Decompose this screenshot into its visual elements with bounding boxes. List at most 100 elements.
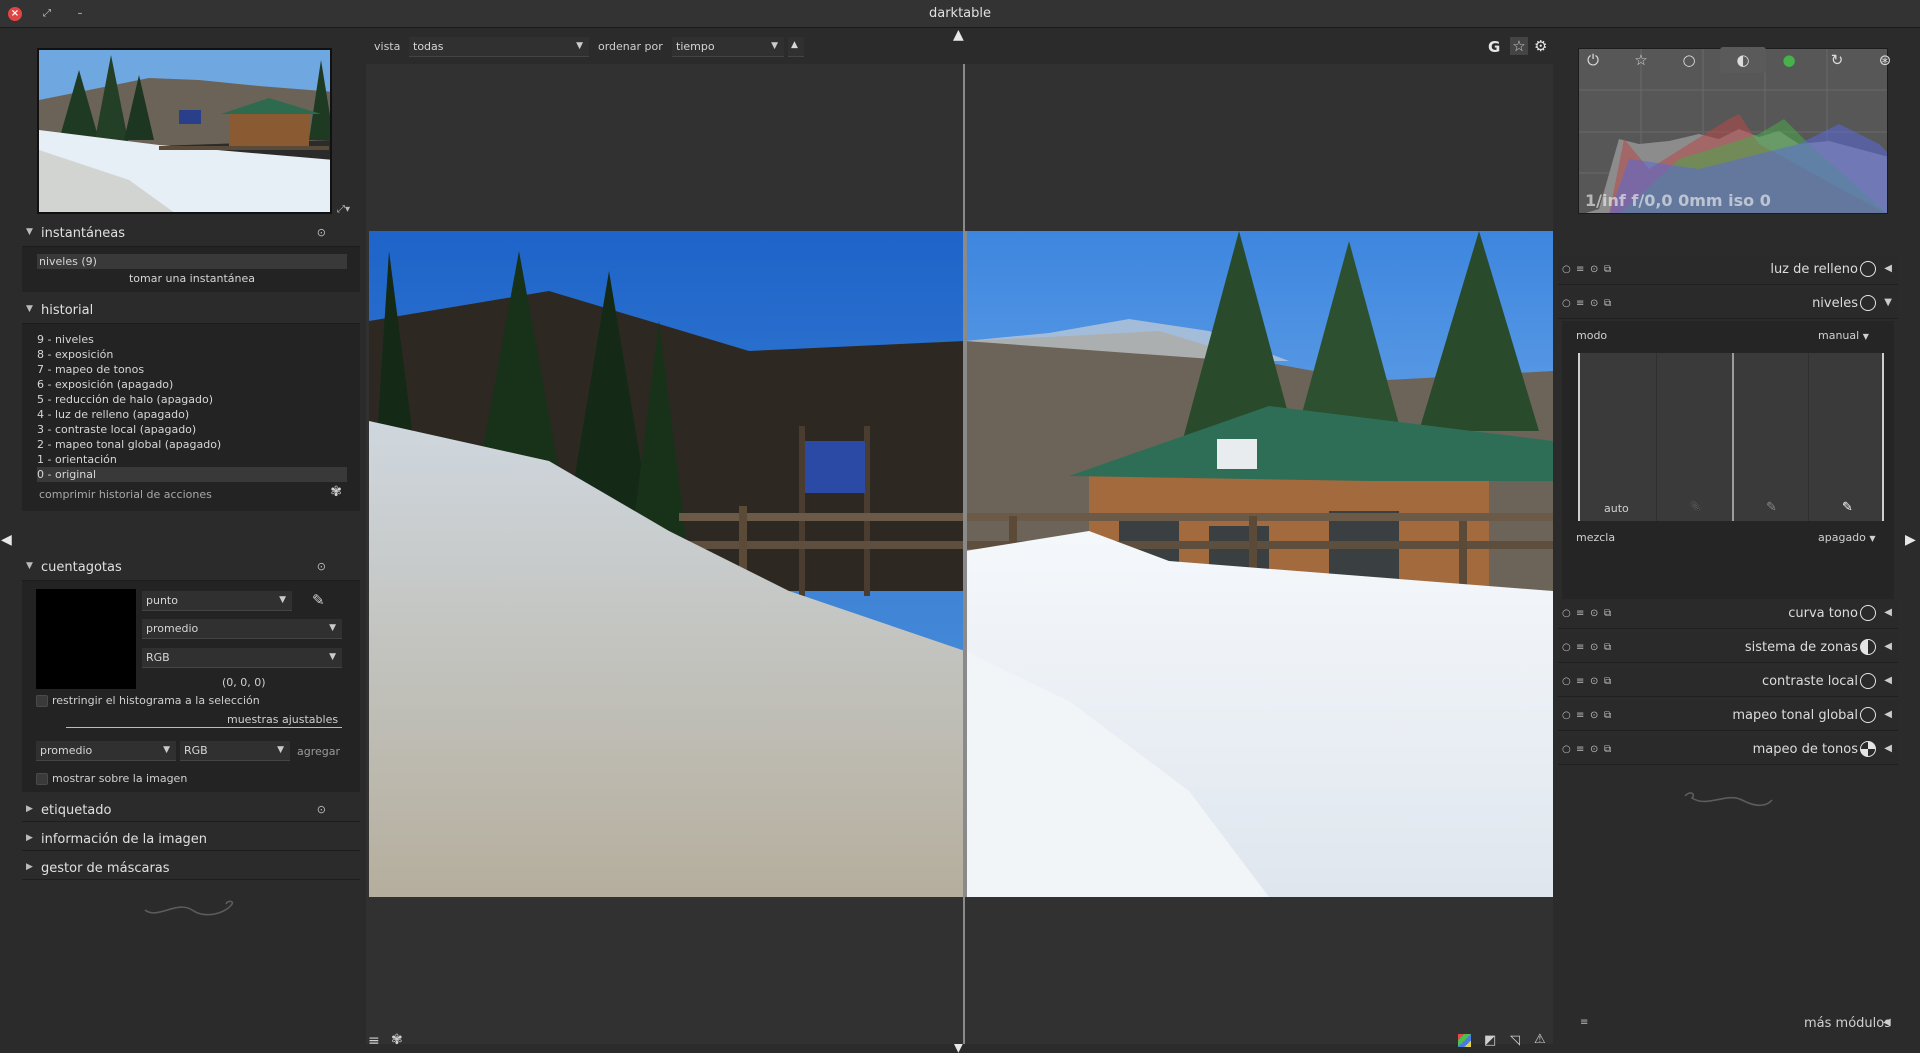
color-picker-icon[interactable]: ✎ — [312, 591, 325, 609]
mask-manager-section-header[interactable]: ▶ gestor de máscaras — [22, 858, 360, 880]
snapshot-item[interactable]: niveles (9) — [37, 254, 347, 269]
sort-by-dropdown[interactable]: tiempo ▼ — [672, 37, 784, 57]
styles-icon[interactable]: ✾ — [330, 484, 342, 500]
collapse-left-panel-arrow[interactable]: ◀ — [1, 533, 12, 547]
collapse-right-panel-arrow[interactable]: ▶ — [1905, 533, 1916, 547]
edited-photo[interactable] — [369, 231, 1553, 897]
sample-statistic-dropdown[interactable]: promedio ▼ — [36, 741, 176, 761]
image-viewport[interactable] — [366, 64, 1553, 1044]
presets-menu-icon[interactable]: ≡ — [1576, 608, 1584, 619]
module-local-contrast[interactable]: ○ ≡ ⊙ ⧉ contraste local ◀ — [1558, 667, 1898, 697]
levels-mode-dropdown[interactable]: manual ▼ — [1818, 329, 1869, 342]
favorites-star-icon[interactable]: ☆ — [1628, 47, 1654, 73]
collapsed-arrow-icon[interactable]: ◀ — [1883, 1017, 1891, 1028]
active-modules-power-icon[interactable]: ⏻ — [1580, 47, 1606, 73]
levels-graph[interactable] — [1578, 353, 1884, 521]
color-assessment-icon[interactable] — [1458, 1034, 1471, 1047]
picker-colormodel-dropdown[interactable]: RGB ▼ — [142, 648, 342, 668]
pick-white-point-icon[interactable]: ✎ — [1842, 500, 1853, 515]
display-on-image-checkbox[interactable] — [36, 773, 48, 785]
enable-toggle-icon[interactable]: ○ — [1562, 744, 1571, 755]
history-item[interactable]: 1 - orientación — [37, 452, 117, 467]
multi-instance-icon[interactable]: ⧉ — [1604, 264, 1611, 275]
reset-icon[interactable]: ⊙ — [317, 560, 326, 573]
preferences-gear-icon[interactable]: ⚙ — [1534, 37, 1547, 55]
grouping-button[interactable]: G — [1488, 38, 1500, 56]
module-global-tonemap[interactable]: ○ ≡ ⊙ ⧉ mapeo tonal global ◀ — [1558, 701, 1898, 731]
module-levels[interactable]: ○ ≡ ⊙ ⧉ niveles ▼ — [1558, 289, 1898, 319]
sort-order-toggle[interactable]: ▲ — [788, 37, 804, 57]
before-after-split-line[interactable] — [963, 64, 965, 1044]
history-section-header[interactable]: ▼ historial — [22, 300, 360, 322]
picker-mode-dropdown[interactable]: punto ▼ — [142, 591, 292, 611]
quick-access-presets-icon[interactable]: ≡ — [368, 1033, 380, 1049]
history-item[interactable]: 5 - reducción de halo (apagado) — [37, 392, 213, 407]
sample-colormodel-dropdown[interactable]: RGB ▼ — [180, 741, 290, 761]
reset-icon[interactable]: ⊙ — [317, 803, 326, 816]
blend-mode-dropdown[interactable]: apagado ▼ — [1818, 531, 1876, 544]
reset-icon[interactable]: ⊙ — [1590, 298, 1598, 309]
picker-statistic-dropdown[interactable]: promedio ▼ — [142, 619, 342, 639]
thumbnail-expand-icon[interactable]: ⤢▾ — [337, 204, 350, 215]
multi-instance-icon[interactable]: ⧉ — [1604, 676, 1611, 687]
module-zone-system[interactable]: ○ ≡ ⊙ ⧉ sistema de zonas ◀ — [1558, 633, 1898, 663]
presets-menu-icon[interactable]: ≡ — [1576, 744, 1584, 755]
more-modules-menu-icon[interactable]: ≡ — [1580, 1017, 1588, 1028]
take-snapshot-button[interactable]: tomar una instantánea — [37, 271, 347, 286]
raw-overexposed-icon[interactable]: ◩ — [1484, 1033, 1496, 1048]
history-item[interactable]: 8 - exposición — [37, 347, 113, 362]
module-fill-light[interactable]: ○ ≡ ⊙ ⧉ luz de relleno ◀ — [1558, 255, 1898, 285]
reset-icon[interactable]: ⊙ — [1590, 642, 1598, 653]
color-group-icon[interactable]: ● — [1776, 47, 1802, 73]
basic-group-circle-icon[interactable]: ○ — [1676, 47, 1702, 73]
compress-history-button[interactable]: comprimir historial de acciones — [39, 487, 212, 502]
gamut-check-icon[interactable]: ⚠ — [1534, 1032, 1546, 1047]
multi-instance-icon[interactable]: ⧉ — [1604, 642, 1611, 653]
presets-menu-icon[interactable]: ≡ — [1576, 642, 1584, 653]
enable-toggle-icon[interactable]: ○ — [1562, 298, 1571, 309]
reset-icon[interactable]: ⊙ — [1590, 676, 1598, 687]
history-item[interactable]: 9 - niveles — [37, 332, 94, 347]
history-item[interactable]: 2 - mapeo tonal global (apagado) — [37, 437, 221, 452]
history-item[interactable]: 3 - contraste local (apagado) — [37, 422, 196, 437]
effects-group-icon[interactable]: ⊛ — [1872, 47, 1898, 73]
multi-instance-icon[interactable]: ⧉ — [1604, 744, 1611, 755]
levels-grey-point-line[interactable] — [1732, 353, 1734, 521]
history-item-selected[interactable]: 0 - original — [37, 467, 347, 482]
reset-icon[interactable]: ⊙ — [1590, 608, 1598, 619]
history-item[interactable]: 7 - mapeo de tonos — [37, 362, 144, 377]
more-modules-label[interactable]: más módulos — [1804, 1016, 1891, 1031]
correction-group-icon[interactable]: ↻ — [1824, 47, 1850, 73]
pick-grey-point-icon[interactable]: ✎ — [1766, 500, 1777, 515]
tone-group-icon[interactable]: ◐ — [1720, 47, 1766, 73]
colorpicker-section-header[interactable]: ▼ cuentagotas ⊙ — [22, 557, 360, 579]
enable-toggle-icon[interactable]: ○ — [1562, 676, 1571, 687]
pick-black-point-icon[interactable]: ✎ — [1690, 500, 1701, 515]
enable-toggle-icon[interactable]: ○ — [1562, 642, 1571, 653]
view-filter-dropdown[interactable]: todas ▼ — [409, 37, 589, 57]
presets-menu-icon[interactable]: ≡ — [1576, 710, 1584, 721]
multi-instance-icon[interactable]: ⧉ — [1604, 710, 1611, 721]
levels-auto-button[interactable]: auto — [1604, 502, 1629, 515]
reset-icon[interactable]: ⊙ — [317, 226, 326, 239]
history-item[interactable]: 4 - luz de relleno (apagado) — [37, 407, 189, 422]
presets-menu-icon[interactable]: ≡ — [1576, 676, 1584, 687]
presets-menu-icon[interactable]: ≡ — [1576, 298, 1584, 309]
image-information-section-header[interactable]: ▶ información de la imagen — [22, 829, 360, 851]
multi-instance-icon[interactable]: ⧉ — [1604, 608, 1611, 619]
snapshots-section-header[interactable]: ▼ instantáneas ⊙ — [22, 223, 360, 245]
quick-access-styles-icon[interactable]: ✾ — [391, 1032, 403, 1048]
reset-icon[interactable]: ⊙ — [1590, 744, 1598, 755]
reset-icon[interactable]: ⊙ — [1590, 710, 1598, 721]
restrict-histogram-checkbox[interactable] — [36, 695, 48, 707]
history-item[interactable]: 6 - exposición (apagado) — [37, 377, 173, 392]
enable-toggle-icon[interactable]: ○ — [1562, 264, 1571, 275]
enable-toggle-icon[interactable]: ○ — [1562, 710, 1571, 721]
tagging-section-header[interactable]: ▶ etiquetado ⊙ — [22, 800, 360, 822]
reset-icon[interactable]: ⊙ — [1590, 264, 1598, 275]
add-sample-button[interactable]: agregar — [297, 745, 340, 758]
multi-instance-icon[interactable]: ⧉ — [1604, 298, 1611, 309]
presets-menu-icon[interactable]: ≡ — [1576, 264, 1584, 275]
enable-toggle-icon[interactable]: ○ — [1562, 608, 1571, 619]
overlay-stars-icon[interactable]: ☆ — [1510, 37, 1528, 55]
